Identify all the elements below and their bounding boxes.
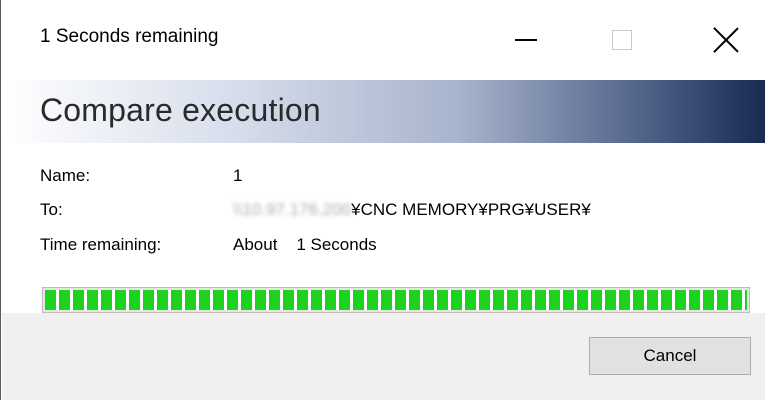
to-label: To:	[40, 200, 63, 219]
to-path: ¥CNC MEMORY¥PRG¥USER¥	[351, 200, 591, 219]
minimize-button[interactable]	[489, 8, 563, 72]
maximize-button	[585, 8, 659, 72]
progress-fill	[45, 290, 747, 310]
name-value: 1	[233, 166, 243, 185]
maximize-icon	[612, 30, 632, 50]
time-remaining-label: Time remaining:	[40, 235, 162, 254]
progress-bar	[42, 287, 750, 313]
to-value: \\10.97.176.200¥CNC MEMORY¥PRG¥USER¥	[233, 200, 591, 220]
close-button[interactable]	[689, 8, 763, 72]
window-title: 1 Seconds remaining	[40, 26, 219, 47]
blurred-host: \\10.97.176.200	[233, 200, 352, 219]
cancel-button[interactable]: Cancel	[589, 337, 751, 375]
progress-dialog: 1 Seconds remaining Compare execution Na…	[0, 0, 765, 400]
minimize-icon	[515, 39, 537, 41]
header-title: Compare execution	[40, 92, 321, 128]
name-label: Name:	[40, 166, 91, 185]
title-bar[interactable]: 1 Seconds remaining	[1, 0, 765, 80]
close-icon	[712, 26, 740, 54]
time-remaining-value: About 1 Seconds	[233, 235, 377, 254]
